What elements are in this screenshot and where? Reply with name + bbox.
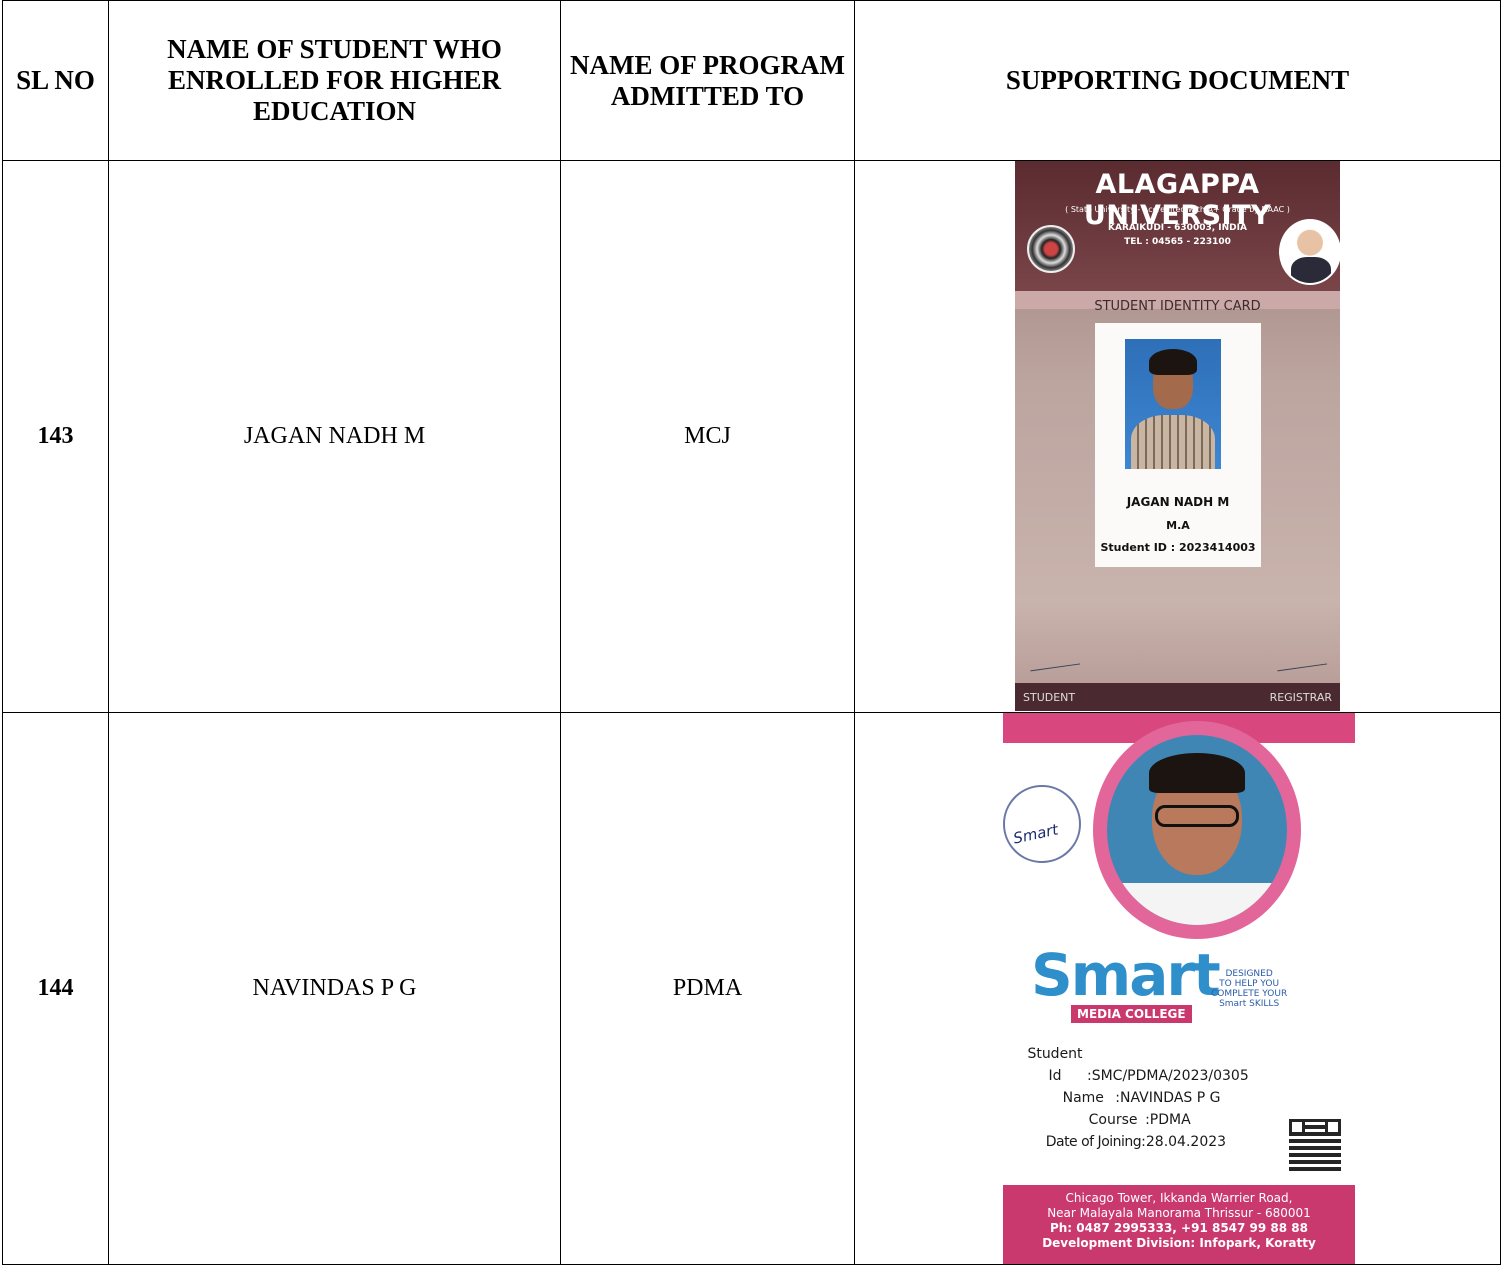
footer-address-1: Chicago Tower, Ikkanda Warrier Road, [1065, 1191, 1293, 1205]
student-signature [1027, 645, 1081, 672]
tagline-line: Smart SKILLS [1219, 999, 1280, 1009]
header-program-text: NAME OF PROGRAM ADMITTED TO [570, 49, 845, 111]
sl-no-cell: 143 [2, 160, 109, 713]
founder-portrait [1279, 219, 1340, 285]
course-value: :PDMA [1145, 1112, 1191, 1128]
university-seal-icon [1027, 225, 1075, 273]
name-value: :NAVINDAS P G [1115, 1090, 1221, 1106]
photo-hair [1149, 349, 1197, 375]
student-photo [1093, 721, 1301, 939]
footer-address-2: Near Malayala Manorama Thrissur - 680001 [1047, 1206, 1311, 1220]
header-student-name-text: NAME OF STUDENT WHO ENROLLED FOR HIGHER … [167, 34, 502, 126]
header-supporting-document-text: SUPPORTING DOCUMENT [1005, 65, 1350, 95]
card-degree: M.A [1166, 519, 1190, 532]
card-student-id: Student ID : 2023414003 [1100, 541, 1256, 554]
header-student-name: NAME OF STUDENT WHO ENROLLED FOR HIGHER … [108, 0, 561, 161]
student-name-cell: JAGAN NADH M [108, 160, 561, 713]
tagline-line: DESIGNED [1225, 969, 1273, 979]
supporting-document-cell: ALAGAPPA UNIVERSITY ( State University -… [854, 160, 1501, 713]
name-label: Name [1062, 1090, 1104, 1106]
registrar-signature [1274, 645, 1328, 672]
doj-value: :28.04.2023 [1141, 1134, 1227, 1150]
footer-phone: Ph: 0487 2995333, +91 8547 99 88 88 [1049, 1221, 1309, 1235]
info-row-doj: Date of Joining:28.04.2023 [1023, 1131, 1249, 1153]
smart-logo: Smart [1031, 941, 1221, 1009]
tagline-line: TO HELP YOU [1219, 979, 1280, 989]
card-footer: Chicago Tower, Ikkanda Warrier Road, Nea… [1003, 1185, 1355, 1264]
photo-shirt [1131, 415, 1215, 469]
alagappa-id-card-image: ALAGAPPA UNIVERSITY ( State University -… [1015, 161, 1340, 711]
header-supporting-document: SUPPORTING DOCUMENT [854, 0, 1501, 161]
id-value: :SMC/PDMA/2023/0305 [1087, 1068, 1249, 1084]
tagline: DESIGNED TO HELP YOU COMPLETE YOUR Smart… [1211, 969, 1287, 1009]
header-sl-no: SL NO [2, 0, 109, 161]
course-label: Course [1088, 1112, 1138, 1128]
supporting-document-cell: Smart Smart MEDIA COLLEGE DESIGNED TO HE… [854, 712, 1501, 1265]
enrollment-table: SL NO NAME OF STUDENT WHO ENROLLED FOR H… [2, 0, 1501, 1265]
qr-code-icon [1289, 1119, 1341, 1171]
program-cell: MCJ [560, 160, 855, 713]
logo-ma: ma [1070, 941, 1169, 1009]
header-sl-no-text: SL NO [16, 65, 95, 95]
program-cell: PDMA [560, 712, 855, 1265]
smart-media-id-card-image: Smart Smart MEDIA COLLEGE DESIGNED TO HE… [1003, 713, 1355, 1264]
card-student-name: JAGAN NADH M [1126, 495, 1230, 509]
header-program: NAME OF PROGRAM ADMITTED TO [560, 0, 855, 161]
photo-body [1107, 883, 1287, 925]
sl-no-cell: 144 [2, 712, 109, 1265]
photo-hair [1149, 753, 1245, 793]
logo-text: Smart [1031, 941, 1221, 1009]
doj-label: Date of Joining [1045, 1134, 1142, 1150]
student-info: Student Id:SMC/PDMA/2023/0305 Name :NAVIN… [1023, 1043, 1249, 1153]
photo-glasses [1155, 805, 1239, 827]
id-label: Student Id [1027, 1046, 1083, 1084]
info-row-id: Student Id:SMC/PDMA/2023/0305 [1023, 1043, 1249, 1087]
table-row: 143 JAGAN NADH M MCJ ALAGAPPA UNIVERSITY… [2, 160, 1501, 713]
footer-division: Development Division: Infopark, Koratty [1042, 1236, 1316, 1250]
footer-student-label: STUDENT [1023, 691, 1076, 704]
tagline-line: COMPLETE YOUR [1211, 989, 1288, 999]
student-photo [1125, 339, 1221, 469]
info-row-name: Name :NAVINDAS P G [1023, 1087, 1249, 1109]
header-row: SL NO NAME OF STUDENT WHO ENROLLED FOR H… [2, 0, 1501, 161]
student-name-cell: NAVINDAS P G [108, 712, 561, 1265]
table-row: 144 NAVINDAS P G PDMA Smart Smart MEDIA … [2, 712, 1501, 1265]
logo-s: S [1031, 941, 1073, 1009]
college-name: MEDIA COLLEGE [1071, 1005, 1192, 1023]
info-row-course: Course :PDMA [1023, 1109, 1249, 1131]
footer-registrar-label: REGISTRAR [1269, 691, 1332, 704]
accreditation-text: ( State University - Accredited with A+ … [1065, 205, 1290, 214]
card-title: STUDENT IDENTITY CARD [1094, 299, 1261, 314]
